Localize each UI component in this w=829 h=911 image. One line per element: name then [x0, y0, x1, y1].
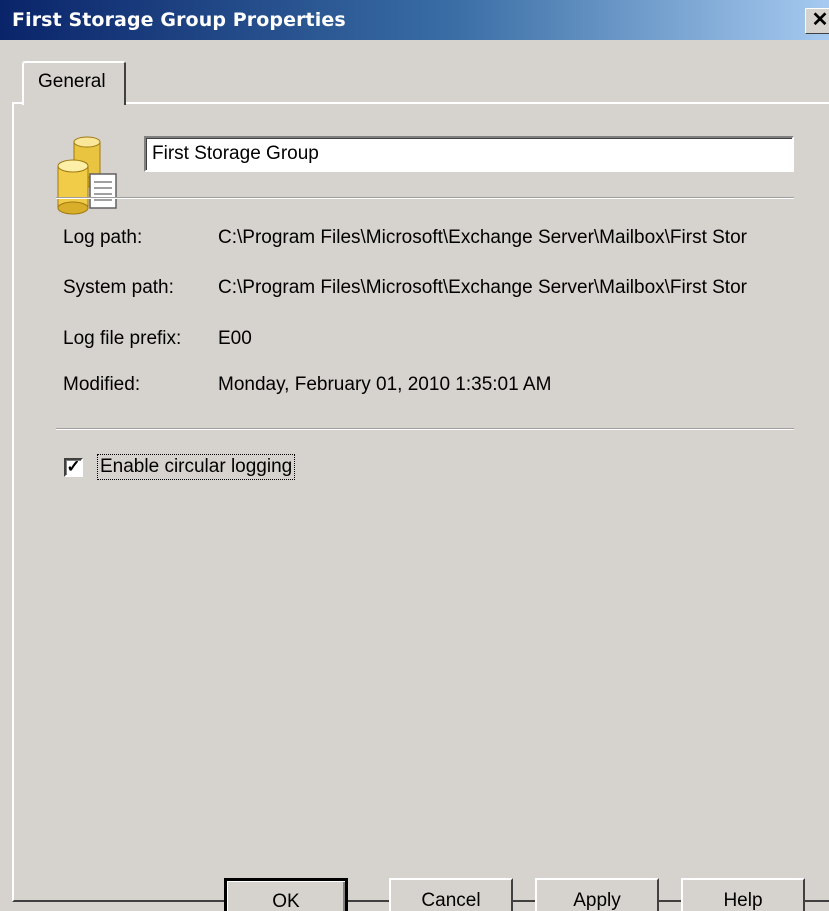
storage-group-name-field[interactable] [144, 136, 794, 172]
separator-top [56, 197, 794, 199]
storage-group-icon [57, 136, 117, 215]
help-button-label: Help [723, 890, 763, 911]
apply-button[interactable]: Apply [535, 878, 659, 911]
system-path-value: C:\Program Files\Microsoft\Exchange Serv… [218, 277, 747, 298]
log-path-label: Log path: [63, 227, 143, 248]
checkmark-icon: ✓ [66, 456, 81, 476]
log-path-value: C:\Program Files\Microsoft\Exchange Serv… [218, 227, 747, 248]
modified-label: Modified: [63, 374, 141, 395]
apply-button-label: Apply [573, 890, 621, 911]
separator-bottom [56, 428, 794, 430]
circular-logging-label[interactable]: Enable circular logging [97, 454, 296, 480]
window-title: First Storage Group Properties [12, 9, 346, 31]
tab-panel-general [12, 102, 829, 902]
system-path-label: System path: [63, 277, 174, 298]
help-button[interactable]: Help [681, 878, 805, 911]
close-icon: ✕ [811, 9, 829, 31]
circular-logging-row[interactable]: ✓ Enable circular logging [64, 454, 296, 480]
title-bar[interactable]: First Storage Group Properties ✕ [0, 0, 829, 40]
modified-value: Monday, February 01, 2010 1:35:01 AM [218, 374, 552, 395]
dialog-body: General Log path: C:\Program Files\Micro… [0, 40, 829, 911]
ok-button-label: OK [272, 891, 300, 911]
tab-general[interactable]: General [22, 61, 126, 105]
tab-general-label: General [38, 71, 106, 92]
log-file-prefix-value: E00 [218, 328, 252, 349]
ok-button[interactable]: OK [224, 878, 348, 911]
close-button[interactable]: ✕ [805, 8, 829, 34]
cancel-button-label: Cancel [421, 890, 481, 911]
log-file-prefix-label: Log file prefix: [63, 328, 182, 349]
circular-logging-checkbox[interactable]: ✓ [64, 456, 83, 477]
cancel-button[interactable]: Cancel [389, 878, 513, 911]
